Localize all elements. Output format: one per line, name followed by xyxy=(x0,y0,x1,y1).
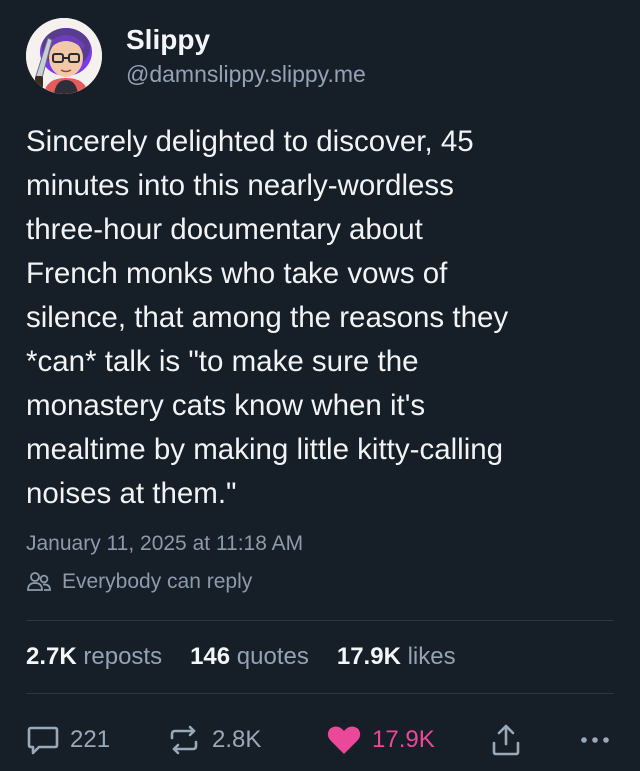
reply-setting-label: Everybody can reply xyxy=(62,570,253,593)
repost-button[interactable]: 2.8K xyxy=(166,718,261,762)
reply-setting: Everybody can reply xyxy=(26,567,252,597)
post-header: Slippy @damnslippy.slippy.me xyxy=(26,16,366,96)
author-names: Slippy @damnslippy.slippy.me xyxy=(126,23,366,89)
post-text-line: Sincerely delighted to discover, 45 xyxy=(26,125,474,158)
share-button[interactable] xyxy=(490,718,522,762)
like-count: 17.9K xyxy=(372,726,435,753)
author-handle[interactable]: @damnslippy.slippy.me xyxy=(126,59,366,89)
likes-label: likes xyxy=(407,643,456,670)
reposts-count: 2.7K xyxy=(26,643,77,670)
post-text-line: silence, that among the reasons they xyxy=(26,301,509,334)
repost-icon xyxy=(170,725,198,755)
author-display-name[interactable]: Slippy xyxy=(126,23,366,57)
post-text-line: noises at them." xyxy=(26,477,237,510)
post-text-line: French monks who take vows of xyxy=(26,257,448,290)
reply-count: 221 xyxy=(70,726,111,753)
reposts-label: reposts xyxy=(83,643,163,670)
avatar-cartoon-icon xyxy=(26,18,102,94)
post-thread-view: Slippy @damnslippy.slippy.me Sincerely d… xyxy=(0,0,640,771)
divider xyxy=(26,620,614,621)
avatar[interactable] xyxy=(26,18,102,94)
likes-count: 17.9K xyxy=(336,643,401,670)
post-text-line: mealtime by making little kitty-calling xyxy=(26,433,504,466)
reply-button[interactable]: 221 xyxy=(26,718,110,762)
quotes-stat[interactable]: 146 quotes xyxy=(190,640,309,674)
people-icon xyxy=(27,572,51,591)
post-text-line: three-hour documentary about xyxy=(26,213,423,246)
post-text-line: monastery cats know when it's xyxy=(26,389,426,422)
like-button[interactable]: 17.9K xyxy=(326,718,435,762)
post-action-bar: 221 2.8K 17.9K xyxy=(0,718,640,762)
more-horizontal-icon xyxy=(581,737,609,743)
engagement-stats: 2.7K reposts 146 quotes 17.9K likes xyxy=(26,640,484,674)
share-icon xyxy=(492,724,520,756)
post-timestamp: January 11, 2025 at 11:18 AM xyxy=(26,532,304,555)
divider xyxy=(26,693,614,694)
reposts-stat[interactable]: 2.7K reposts xyxy=(26,640,162,674)
post-text-line: *can* talk is "to make sure the xyxy=(26,345,419,378)
quotes-count: 146 xyxy=(190,643,231,670)
repost-count: 2.8K xyxy=(212,726,262,753)
more-options-button[interactable] xyxy=(580,718,610,762)
reply-bubble-icon xyxy=(27,726,59,755)
post-body-text: Sincerely delighted to discover, 45 minu… xyxy=(26,120,622,516)
heart-icon xyxy=(327,726,361,754)
likes-stat[interactable]: 17.9K likes xyxy=(337,640,456,674)
post-text-line: minutes into this nearly-wordless xyxy=(26,169,454,202)
quotes-label: quotes xyxy=(236,643,309,670)
